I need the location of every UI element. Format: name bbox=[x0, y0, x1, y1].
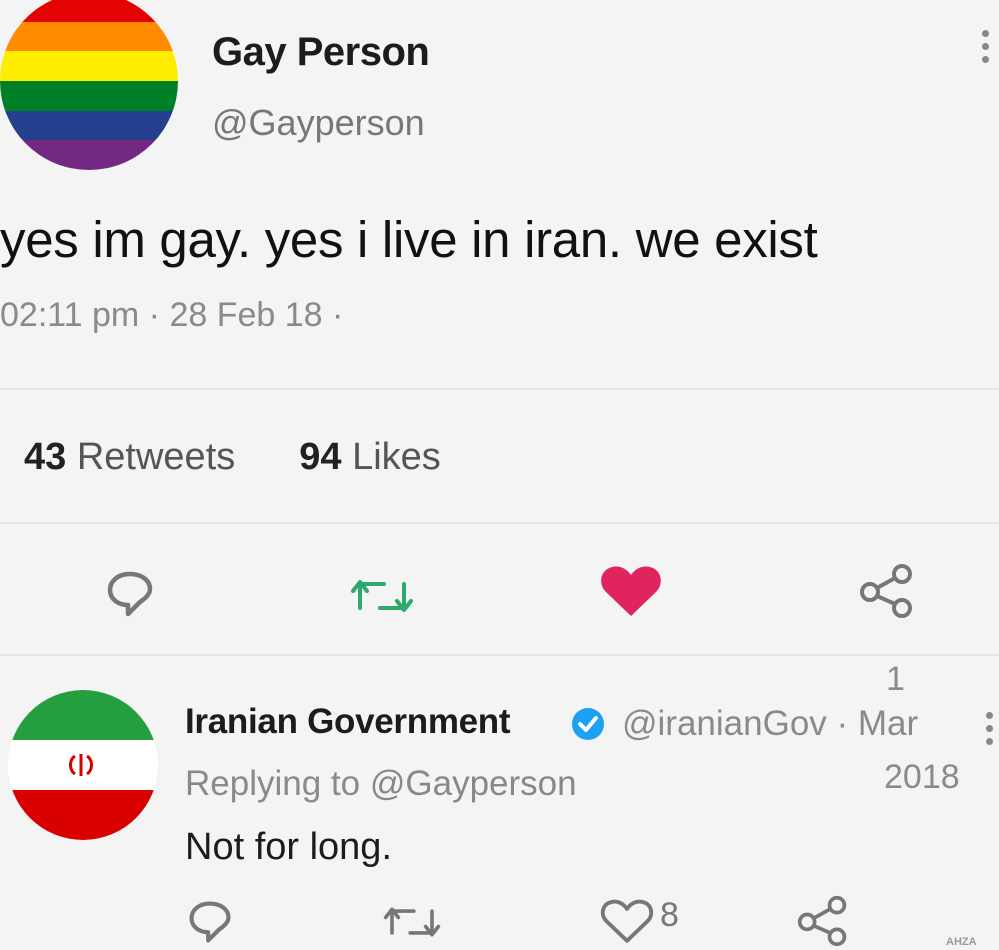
likes-count: 94 bbox=[299, 436, 342, 478]
verified-badge-icon bbox=[572, 708, 604, 740]
author-display-name[interactable]: Gay Person bbox=[212, 30, 430, 75]
replying-to-line: Replying to @Gayperson bbox=[185, 764, 577, 804]
like-icon[interactable] bbox=[598, 562, 664, 620]
divider bbox=[0, 654, 999, 656]
avatar-rainbow-flag[interactable] bbox=[0, 0, 178, 170]
divider bbox=[0, 522, 999, 524]
likes-label: Likes bbox=[352, 436, 441, 478]
likes-stat[interactable]: 94 Likes bbox=[299, 436, 441, 478]
divider bbox=[0, 388, 999, 390]
reply-like-count: 8 bbox=[660, 896, 679, 934]
reply-text: Not for long. bbox=[185, 826, 392, 868]
replying-to-mention[interactable]: @Gayperson bbox=[370, 764, 577, 803]
reply-date-year: 2018 bbox=[884, 758, 960, 796]
more-options-icon[interactable] bbox=[982, 30, 996, 74]
replying-prefix: Replying to bbox=[185, 764, 361, 803]
reply-reply-icon[interactable] bbox=[186, 898, 234, 946]
reply-retweet-icon[interactable] bbox=[382, 902, 442, 942]
retweet-icon[interactable] bbox=[350, 574, 414, 618]
reply-date-day: 1 bbox=[886, 660, 905, 698]
tweet-stats: 43 Retweets 94 Likes bbox=[24, 436, 441, 479]
retweets-label: Retweets bbox=[76, 436, 236, 478]
author-handle[interactable]: @Gayperson bbox=[212, 102, 425, 144]
emblem-icon bbox=[69, 753, 93, 776]
share-icon[interactable] bbox=[858, 562, 916, 620]
reply-icon[interactable] bbox=[104, 568, 156, 620]
reply-handle-and-date[interactable]: @iranianGov · Mar bbox=[622, 704, 918, 744]
tweet-text: yes im gay. yes i live in iran. we exist bbox=[0, 211, 818, 268]
reply-author-display-name[interactable]: Iranian Government bbox=[185, 702, 511, 742]
reply-more-options-icon[interactable] bbox=[986, 712, 996, 756]
reply-share-icon[interactable] bbox=[796, 894, 850, 948]
retweets-stat[interactable]: 43 Retweets bbox=[24, 436, 235, 478]
avatar-iran-flag[interactable] bbox=[8, 690, 158, 840]
watermark: AHZA bbox=[946, 936, 977, 948]
retweets-count: 43 bbox=[24, 436, 67, 478]
reply-like-icon[interactable] bbox=[598, 896, 656, 946]
tweet-timestamp[interactable]: 02:11 pm · 28 Feb 18 · bbox=[0, 296, 343, 335]
